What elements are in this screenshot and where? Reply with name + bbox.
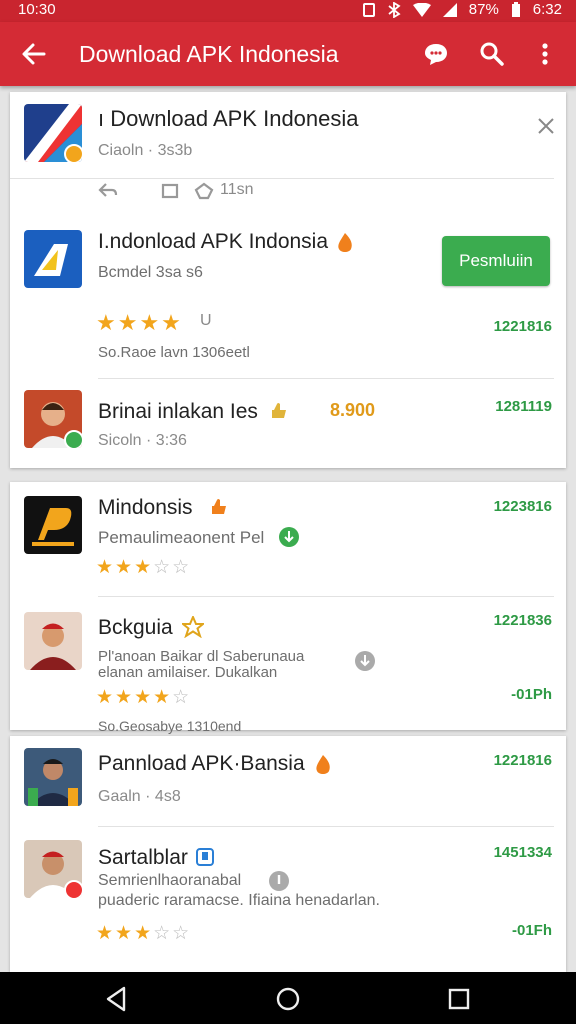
featured-rating-text: U: [200, 312, 212, 329]
search-icon[interactable]: [478, 40, 506, 68]
list-app-count: 1221816: [493, 752, 552, 769]
fire-icon: [316, 755, 330, 774]
signal-icon: [442, 2, 457, 17]
verified-badge-icon: [64, 880, 82, 898]
list-app-name: Mindonsis: [98, 496, 193, 519]
header-app-name: ı Download APK Indonesia: [98, 106, 359, 131]
nav-recents-icon[interactable]: [444, 984, 474, 1014]
thumbs-up-icon: [272, 403, 286, 418]
featured-app-icon[interactable]: [24, 230, 82, 288]
row-app-avatar[interactable]: [24, 390, 82, 448]
download-icon[interactable]: [278, 526, 300, 548]
list-rating-stars: ★★★☆☆: [96, 923, 192, 944]
featured-app-name: I.ndonload APK Indonsia: [98, 230, 329, 253]
more-vert-icon[interactable]: [531, 40, 559, 68]
nav-back-icon[interactable]: [102, 984, 132, 1014]
list-rating-stars: ★★★☆☆: [96, 557, 192, 578]
featured-note: So.Raoe lavn 1306eetl: [98, 344, 250, 361]
chat-icon[interactable]: [422, 40, 450, 68]
verified-badge-icon: [64, 430, 82, 448]
wifi-icon: [412, 2, 431, 17]
row-app-meta: Sicoln · 3:36: [98, 432, 187, 449]
status-clock: 6:32: [532, 1, 562, 18]
featured-app-sub: Bcmdel 3sa s6: [98, 264, 203, 281]
status-bar: 10:30 87% 6:32: [0, 0, 576, 22]
reply-icon[interactable]: [98, 182, 118, 200]
bluetooth-icon: [388, 1, 401, 18]
close-icon[interactable]: [536, 116, 556, 136]
row-app-price: 8.900: [330, 400, 376, 420]
list-app-count: 1451334: [493, 844, 552, 861]
featured-rating-stars: ★★★★: [96, 310, 183, 335]
info-icon[interactable]: [268, 870, 290, 892]
app-icon[interactable]: [24, 496, 82, 554]
page-title: Download APK Indonesia: [79, 41, 339, 67]
app-avatar[interactable]: [24, 612, 82, 670]
back-arrow-icon[interactable]: [20, 40, 48, 68]
list-app-note: So.Geosabye 1310end: [98, 718, 242, 734]
app-avatar[interactable]: [24, 840, 82, 898]
list-app-sub-2: elanan amilaiser. Dukalkan: [98, 664, 278, 681]
install-button[interactable]: Pesmluiin: [442, 236, 550, 286]
app-bar: Download APK Indonesia: [0, 22, 576, 86]
verified-badge-icon: [64, 144, 82, 162]
list-app-sub-2: puaderic raramacse. Ifiaina henadarlan.: [98, 892, 380, 909]
repost-icon[interactable]: [160, 182, 182, 200]
status-time: 10:30: [18, 1, 56, 18]
action-count: 11sn: [220, 181, 254, 198]
battery-icon: [511, 1, 520, 17]
divider: [98, 378, 554, 379]
featured-card: ı Download APK Indonesia Ciaoln · 3s3b 1…: [10, 92, 566, 468]
fire-icon: [338, 233, 352, 252]
list-app-sub: Pl'anoan Baikar dl Saberunaua: [98, 648, 305, 665]
app-icon[interactable]: [24, 104, 82, 162]
row-app-count: 1281119: [495, 398, 552, 415]
list-app-side: -01Fh: [511, 922, 552, 939]
list-rating-stars: ★★★★☆: [96, 687, 192, 708]
list-app-name: Bckguia: [98, 616, 173, 639]
list-card: Mindonsis 1223816 Pemaulimeaonent Pel ★★…: [10, 482, 566, 734]
like-icon[interactable]: [194, 182, 214, 200]
star-icon: [182, 616, 204, 638]
nav-home-icon[interactable]: [273, 984, 303, 1014]
badge-icon: [196, 848, 214, 866]
download-icon[interactable]: [354, 650, 376, 672]
list-card: Pannload APK·Bansia 1221816 Gaaln · 4s8 …: [10, 736, 566, 972]
featured-count: 1221816: [493, 318, 552, 335]
app-avatar[interactable]: [24, 748, 82, 806]
divider: [98, 596, 554, 597]
list-app-sub: Semrienlhaoranabal: [98, 872, 242, 889]
header-app-meta: Ciaoln · 3s3b: [98, 142, 193, 159]
divider: [10, 178, 554, 179]
list-app-meta: Gaaln · 4s8: [98, 788, 181, 805]
list-app-name: Pannload APK·Bansia: [98, 752, 305, 775]
list-app-sub: Pemaulimeaonent Pel: [98, 528, 265, 547]
notification-icon: [362, 2, 375, 17]
divider: [98, 826, 554, 827]
battery-percent: 87%: [468, 1, 499, 18]
list-app-side: -01Ph: [511, 686, 552, 703]
list-app-name: Sartalblar: [98, 846, 188, 869]
list-app-count: 1221836: [493, 612, 552, 629]
row-app-name: Brinai inlakan Ies: [98, 400, 258, 423]
navigation-bar: [0, 972, 576, 1024]
list-app-count: 1223816: [493, 498, 552, 515]
thumbs-up-icon: [212, 499, 226, 514]
